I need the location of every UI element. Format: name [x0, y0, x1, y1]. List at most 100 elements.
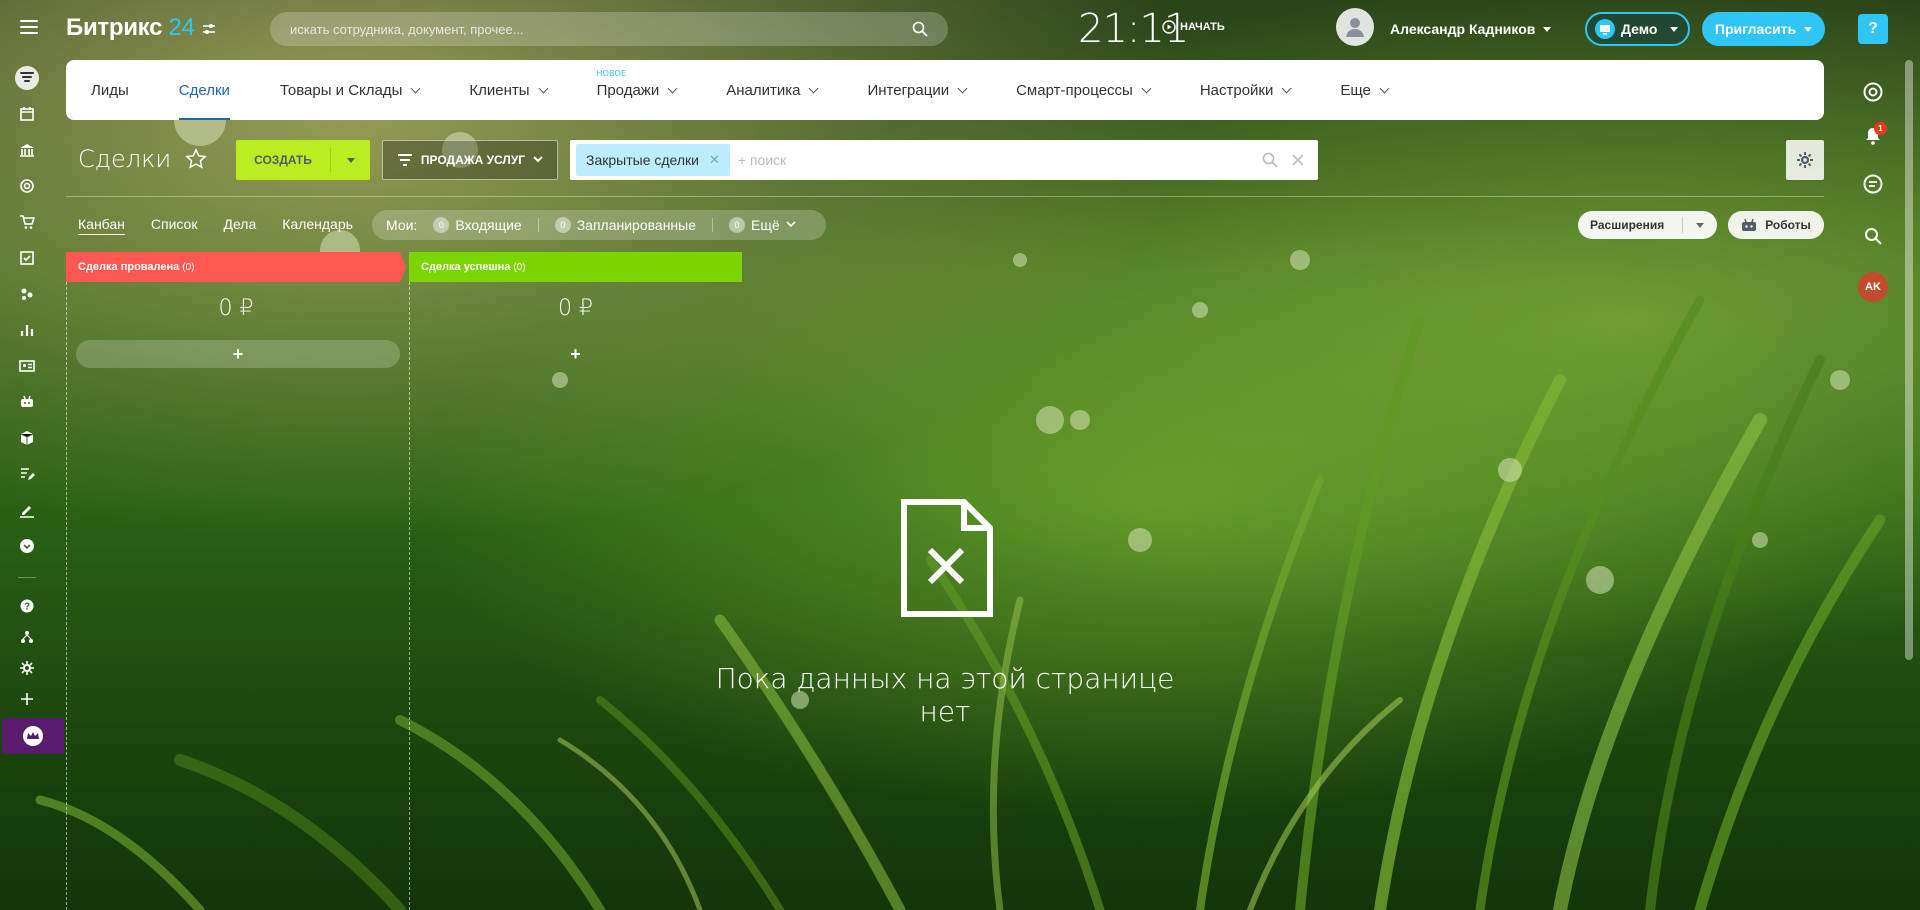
box-icon[interactable] [15, 426, 39, 450]
tab-deals[interactable]: Сделки [178, 60, 231, 120]
cart-icon[interactable] [15, 210, 39, 234]
extensions-dropdown-arrow[interactable] [1683, 222, 1717, 228]
bank-icon[interactable] [15, 138, 39, 162]
tasks-icon[interactable] [15, 246, 39, 270]
more-down-icon[interactable] [15, 534, 39, 558]
svg-text:?: ? [24, 602, 30, 613]
tab-more[interactable]: Еще [1340, 60, 1390, 120]
edit-list-icon[interactable] [15, 462, 39, 486]
group-icon[interactable] [15, 282, 39, 306]
signature-icon[interactable] [15, 498, 39, 522]
remove-tag-icon[interactable]: ✕ [709, 152, 720, 168]
pipeline-selector[interactable]: ПРОДАЖА УСЛУГ [382, 140, 558, 180]
menu-toggle-icon[interactable] [20, 20, 38, 34]
counter-more[interactable]: 0 Ещё [729, 217, 796, 233]
search-icon[interactable] [912, 21, 928, 37]
create-deal-button[interactable]: СОЗДАТЬ [236, 140, 370, 180]
invite-label: Пригласить [1714, 21, 1797, 37]
filter-funnel-icon[interactable] [15, 66, 39, 90]
logo-sliders-icon[interactable] [202, 22, 216, 36]
sitemap-icon[interactable] [15, 625, 39, 649]
settings-gear-icon[interactable] [15, 656, 39, 680]
crown-icon[interactable] [2, 718, 64, 754]
kanban-column-header-failed[interactable]: Сделка провалена (0) [66, 252, 406, 282]
view-kanban[interactable]: Канбан [78, 216, 125, 235]
background-image [35, 94, 1886, 910]
tab-label: Продажи [596, 81, 660, 99]
counter-incoming[interactable]: 0 Входящие [433, 217, 522, 233]
target-icon[interactable] [15, 174, 39, 198]
quick-add-deal-button[interactable]: + [419, 340, 732, 368]
chevron-down-icon [1281, 83, 1292, 93]
help-icon[interactable]: ? [15, 594, 39, 618]
page-scrollbar[interactable] [1905, 60, 1913, 660]
search-input[interactable] [290, 21, 912, 37]
demo-label: Демо [1621, 21, 1658, 37]
search-icon[interactable] [1859, 222, 1887, 250]
empty-state-message: Пока данных на этой странице нет [715, 662, 1175, 728]
counter-label: Ещё [751, 217, 780, 233]
kanban-column-header-won[interactable]: Сделка успешна (0) [409, 252, 742, 282]
tab-analytics[interactable]: Аналитика [726, 60, 819, 120]
tab-label: Аналитика [726, 81, 801, 99]
tab-sales[interactable]: НОВОЕ Продажи [596, 60, 678, 120]
global-search[interactable] [270, 12, 948, 46]
robots-button[interactable]: Роботы [1728, 211, 1824, 239]
extensions-button[interactable]: Расширения [1578, 211, 1717, 239]
chevron-down-icon [1141, 83, 1152, 93]
chevron-down-icon [786, 221, 796, 228]
add-icon[interactable] [15, 687, 39, 711]
counter-badge: 0 [729, 217, 745, 233]
chevron-down-icon [957, 83, 968, 93]
tab-integrations[interactable]: Интеграции [867, 60, 968, 120]
user-menu[interactable]: Александр Кадников [1390, 21, 1552, 37]
tab-leads[interactable]: Лиды [91, 60, 129, 120]
filter-tag[interactable]: Закрытые сделки ✕ [576, 144, 730, 176]
copilot-icon[interactable] [1859, 78, 1887, 106]
quick-add-deal-button[interactable]: + [76, 340, 400, 368]
star-icon[interactable] [185, 148, 208, 170]
counter-planned[interactable]: 0 Запланированные [554, 217, 696, 233]
chat-icon[interactable] [1859, 170, 1887, 198]
my-counters: Мои: 0 Входящие 0 Запланированные 0 Ещё [372, 210, 826, 240]
tab-label: Лиды [91, 81, 129, 99]
clear-icon[interactable] [1290, 152, 1306, 168]
user-silhouette-icon [1346, 18, 1364, 37]
robot-icon[interactable] [15, 390, 39, 414]
view-activities[interactable]: Дела [223, 216, 256, 235]
tab-clients[interactable]: Клиенты [469, 60, 549, 120]
filter-search-input[interactable] [729, 152, 1256, 168]
create-dropdown-arrow[interactable] [331, 157, 370, 163]
help-button[interactable]: ? [1858, 14, 1888, 44]
contact-card-icon[interactable] [15, 354, 39, 378]
search-icon[interactable] [1262, 152, 1278, 168]
column-sum: 0 ₽ [558, 296, 593, 321]
notification-count-badge: 1 [1874, 122, 1887, 135]
column-title: Сделка успешна [421, 261, 511, 273]
column-sum: 0 ₽ [218, 296, 254, 321]
demo-button[interactable]: Демо [1585, 12, 1690, 46]
tab-settings[interactable]: Настройки [1200, 60, 1292, 120]
analytics-icon[interactable] [15, 318, 39, 342]
user-avatar-initials[interactable]: AK [1858, 272, 1888, 302]
tab-smart-processes[interactable]: Смарт-процессы [1016, 60, 1152, 120]
tab-label: Еще [1340, 81, 1371, 99]
counter-badge: 0 [554, 217, 571, 233]
start-workday-button[interactable]: НАЧАТЬ [1162, 20, 1225, 34]
column-border [66, 282, 67, 910]
empty-document-icon [901, 499, 993, 617]
app-logo[interactable]: Битрикс 24 [66, 14, 195, 42]
view-calendar[interactable]: Календарь [282, 216, 353, 235]
invite-button[interactable]: Пригласить [1702, 12, 1825, 46]
settings-button[interactable] [1786, 140, 1824, 180]
user-avatar[interactable] [1336, 8, 1374, 46]
view-list[interactable]: Список [151, 216, 198, 235]
caret-down-icon [1543, 26, 1552, 32]
tab-products-warehouses[interactable]: Товары и Склады [280, 60, 421, 120]
chevron-down-icon [667, 83, 678, 93]
tab-label: Интеграции [867, 81, 950, 99]
filter-tag-label: Закрытые сделки [586, 152, 699, 168]
calendar-icon[interactable] [15, 102, 39, 126]
filter-search-box[interactable]: Закрытые сделки ✕ [570, 140, 1318, 180]
page-title: Сделки [78, 145, 208, 173]
